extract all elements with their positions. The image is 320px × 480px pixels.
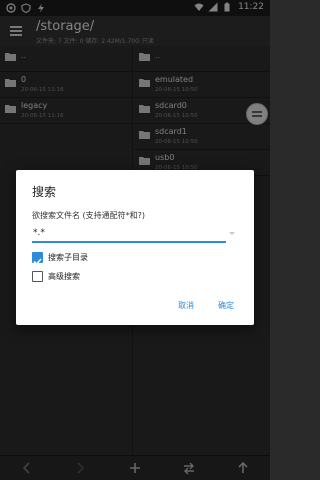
search-subdir-option[interactable]: 搜索子目录	[32, 252, 88, 266]
search-subdir-label: 搜索子目录	[48, 253, 88, 262]
advanced-search-checkbox[interactable]	[32, 271, 43, 282]
checkmark-icon	[33, 258, 42, 266]
ok-button[interactable]: 确定	[218, 300, 234, 311]
dialog-title: 搜索	[32, 185, 57, 199]
search-input[interactable]	[32, 225, 226, 243]
screen: 11:22 /storage/ 文件夹: 7 文件: 0 储存: 2.42M/1…	[0, 0, 270, 480]
advanced-search-option[interactable]: 高级搜索	[32, 271, 80, 282]
cancel-button[interactable]: 取消	[178, 300, 194, 311]
history-dropdown-icon[interactable]	[229, 232, 235, 235]
search-subdir-checkbox[interactable]	[32, 252, 43, 266]
search-dialog: 搜索 欲搜索文件名 (支持通配符*和?) 搜索子目录 高级搜索 取消 确定	[16, 170, 254, 325]
advanced-search-label: 高级搜索	[48, 272, 80, 281]
search-field-label: 欲搜索文件名 (支持通配符*和?)	[32, 211, 146, 220]
